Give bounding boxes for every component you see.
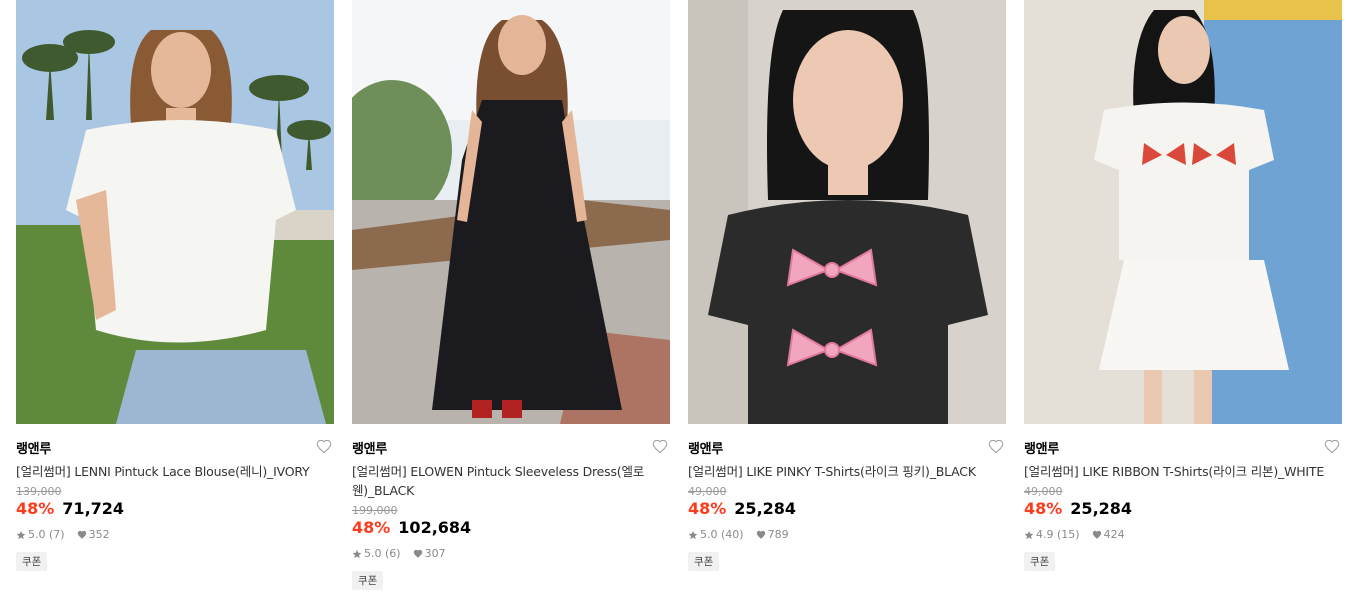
like-count: 352	[88, 528, 110, 541]
heart-outline-icon[interactable]	[316, 439, 332, 455]
original-price: 49,000	[1024, 485, 1063, 498]
rating-value: 4.9	[1036, 528, 1054, 541]
brand-name[interactable]: 랭앤루	[352, 438, 387, 457]
coupon-badge: 쿠폰	[1024, 552, 1056, 571]
sale-price: 25,284	[1070, 499, 1133, 518]
brand-name[interactable]: 랭앤루	[16, 438, 51, 457]
heart-outline-icon[interactable]	[1324, 439, 1340, 455]
heart-outline-icon[interactable]	[988, 439, 1004, 455]
heart-outline-icon[interactable]	[652, 439, 668, 455]
review-count: (7)	[49, 528, 65, 541]
product-meta: 4.9 (15) 424	[1024, 528, 1342, 541]
sale-price: 25,284	[734, 499, 797, 518]
like-count: 424	[1103, 528, 1125, 541]
original-price: 49,000	[688, 485, 727, 498]
product-meta: 5.0 (6) 307	[352, 547, 670, 560]
product-meta: 5.0 (40) 789	[688, 528, 1006, 541]
product-name[interactable]: [얼리썸머] ELOWEN Pintuck Sleeveless Dress(엘…	[352, 462, 670, 500]
product-card[interactable]: 랭앤루 [얼리썸머] ELOWEN Pintuck Sleeveless Dre…	[352, 0, 670, 590]
review-count: (40)	[721, 528, 744, 541]
product-grid: 랭앤루 [얼리썸머] LENNI Pintuck Lace Blouse(레니)…	[16, 0, 1342, 590]
heart-filled-icon	[1092, 530, 1101, 539]
discount-rate: 48%	[1024, 499, 1063, 518]
heart-filled-icon	[77, 530, 86, 539]
original-price: 139,000	[16, 485, 62, 498]
coupon-badge: 쿠폰	[352, 571, 384, 590]
heart-filled-icon	[756, 530, 765, 539]
sale-price: 71,724	[62, 499, 125, 518]
like-count: 789	[767, 528, 789, 541]
review-count: (15)	[1057, 528, 1080, 541]
like-count: 307	[424, 547, 446, 560]
brand-name[interactable]: 랭앤루	[1024, 438, 1059, 457]
star-icon	[1024, 530, 1034, 539]
discount-rate: 48%	[352, 518, 391, 537]
product-image[interactable]	[352, 0, 670, 424]
brand-name[interactable]: 랭앤루	[688, 438, 723, 457]
star-icon	[16, 530, 26, 539]
product-card[interactable]: 랭앤루 [얼리썸머] LENNI Pintuck Lace Blouse(레니)…	[16, 0, 334, 590]
discount-rate: 48%	[16, 499, 55, 518]
star-icon	[688, 530, 698, 539]
product-name[interactable]: [얼리썸머] LIKE RIBBON T-Shirts(라이크 리본)_WHIT…	[1024, 462, 1342, 481]
sale-price: 102,684	[398, 518, 472, 537]
star-icon	[352, 549, 362, 558]
product-card[interactable]: 랭앤루 [얼리썸머] LIKE RIBBON T-Shirts(라이크 리본)_…	[1024, 0, 1342, 590]
rating-value: 5.0	[364, 547, 382, 560]
rating-value: 5.0	[28, 528, 46, 541]
heart-filled-icon	[413, 549, 422, 558]
product-image[interactable]	[16, 0, 334, 424]
review-count: (6)	[385, 547, 401, 560]
coupon-badge: 쿠폰	[16, 552, 48, 571]
product-name[interactable]: [얼리썸머] LENNI Pintuck Lace Blouse(레니)_IVO…	[16, 462, 334, 481]
coupon-badge: 쿠폰	[688, 552, 720, 571]
original-price: 199,000	[352, 504, 398, 517]
rating-value: 5.0	[700, 528, 718, 541]
product-image[interactable]	[1024, 0, 1342, 424]
product-meta: 5.0 (7) 352	[16, 528, 334, 541]
product-image[interactable]	[688, 0, 1006, 424]
product-card[interactable]: 랭앤루 [얼리썸머] LIKE PINKY T-Shirts(라이크 핑키)_B…	[688, 0, 1006, 590]
product-name[interactable]: [얼리썸머] LIKE PINKY T-Shirts(라이크 핑키)_BLACK	[688, 462, 1006, 481]
discount-rate: 48%	[688, 499, 727, 518]
